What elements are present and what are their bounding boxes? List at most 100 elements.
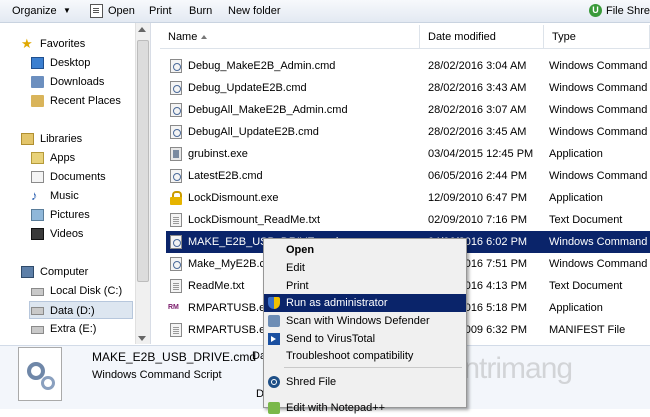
file-row[interactable]: LockDismount_ReadMe.txt 02/09/2010 7:16 P…: [166, 209, 650, 231]
file-type: Application: [549, 192, 603, 204]
file-row[interactable]: LockDismount.exe 12/09/2010 6:47 PM Applic…: [166, 187, 650, 209]
nav-apps[interactable]: Apps: [31, 149, 76, 167]
file-row[interactable]: Debug_UpdateE2B.cmd 28/02/2016 3:43 AM Win…: [166, 77, 650, 99]
file-type: Windows Command ...: [549, 236, 650, 248]
nav-desktop[interactable]: Desktop: [31, 54, 91, 72]
file-type: Windows Command ...: [549, 170, 650, 182]
file-date-modified: 12/09/2010 6:47 PM: [428, 192, 528, 204]
file-type: Windows Command ...: [549, 104, 650, 116]
menu-separator: [284, 367, 462, 368]
burn-button[interactable]: Burn: [189, 4, 212, 18]
nav-music[interactable]: ♪ Music: [31, 187, 79, 205]
menu-item-send-virustotal[interactable]: Send to VirusTotal: [264, 330, 466, 348]
nav-extra-label: Extra (E:): [50, 323, 97, 335]
menu-edit-label: Edit: [286, 262, 305, 274]
file-row[interactable]: grubinst.exe 03/04/2015 12:45 PM Applicati…: [166, 143, 650, 165]
menu-item-troubleshoot[interactable]: Troubleshoot compatibility: [264, 347, 466, 365]
open-button[interactable]: Open: [108, 4, 135, 18]
menu-notepad-label: Edit with Notepad++: [286, 402, 386, 414]
sort-ascending-icon: [201, 35, 207, 39]
nav-downloads[interactable]: Downloads: [31, 73, 104, 91]
file-date-modified: 02/09/2010 7:16 PM: [428, 214, 528, 226]
nav-data-label: Data (D:): [50, 305, 95, 317]
file-type: Windows Command ...: [549, 126, 650, 138]
menu-print-label: Print: [286, 280, 309, 292]
text-file-icon: [170, 279, 182, 293]
file-date-modified: 28/02/2016 3:04 AM: [428, 60, 527, 72]
nav-documents-label: Documents: [50, 171, 106, 183]
apps-icon: [31, 152, 44, 164]
nav-desktop-label: Desktop: [50, 57, 91, 69]
organize-button[interactable]: Organize: [12, 4, 57, 18]
menu-item-scan-defender[interactable]: Scan with Windows Defender: [264, 312, 466, 330]
nav-scroll-thumb[interactable]: [137, 40, 149, 282]
nav-videos[interactable]: Videos: [31, 225, 84, 243]
file-row[interactable]: LatestE2B.cmd 06/05/2016 2:44 PM Windows C…: [166, 165, 650, 187]
command-script-icon: [170, 59, 182, 73]
file-type: Windows Command ...: [549, 258, 650, 270]
context-menu: Open Edit Print Run as administrator Sca…: [263, 238, 467, 414]
file-name: LatestE2B.cmd: [188, 170, 263, 182]
file-type: Text Document: [549, 280, 623, 292]
file-date-modified: 28/02/2016 3:07 AM: [428, 104, 527, 116]
nav-libraries-label: Libraries: [40, 133, 83, 145]
nav-computer[interactable]: Computer: [21, 263, 89, 281]
file-shredder-button[interactable]: File Shred: [606, 4, 650, 18]
menu-item-print[interactable]: Print: [264, 277, 466, 295]
drive-icon: [31, 307, 44, 315]
file-row[interactable]: Debug_MakeE2B_Admin.cmd 28/02/2016 3:04 A…: [166, 55, 650, 77]
pictures-icon: [31, 209, 44, 221]
scroll-down-arrow-icon[interactable]: [138, 336, 146, 341]
menu-item-edit[interactable]: Edit: [264, 259, 466, 277]
text-file-icon: [170, 323, 182, 337]
file-name: Debug_UpdateE2B.cmd: [188, 82, 307, 94]
menu-item-edit-notepad[interactable]: Edit with Notepad++: [264, 399, 466, 417]
nav-videos-label: Videos: [50, 228, 84, 240]
menu-virustotal-label: Send to VirusTotal: [286, 333, 376, 345]
nav-recent-label: Recent Places: [50, 95, 121, 107]
command-script-icon: [170, 125, 182, 139]
nav-pictures[interactable]: Pictures: [31, 206, 90, 224]
file-row[interactable]: DebugAll_UpdateE2B.cmd 28/02/2016 3:45 AM…: [166, 121, 650, 143]
file-name: LockDismount.exe: [188, 192, 279, 204]
nav-extra-e[interactable]: Extra (E:): [31, 320, 97, 338]
file-row[interactable]: DebugAll_MakeE2B_Admin.cmd 28/02/2016 3:0…: [166, 99, 650, 121]
file-shredder-icon[interactable]: U: [589, 4, 602, 17]
menu-item-shred-file[interactable]: Shred File: [264, 373, 466, 391]
column-header-name[interactable]: Name: [160, 25, 420, 49]
menu-item-open[interactable]: Open: [264, 241, 466, 259]
column-header-date[interactable]: Date modified: [420, 25, 544, 49]
nav-data-d[interactable]: Data (D:): [29, 301, 133, 319]
nav-apps-label: Apps: [50, 152, 76, 164]
file-type: MANIFEST File: [549, 324, 626, 336]
nav-libraries[interactable]: Libraries: [21, 130, 83, 148]
nav-documents[interactable]: Documents: [31, 168, 106, 186]
menu-shred-label: Shred File: [286, 376, 337, 388]
organize-chevron-icon[interactable]: ▼: [63, 4, 71, 18]
music-icon: ♪: [31, 188, 38, 203]
open-icon[interactable]: [90, 4, 103, 18]
drive-icon: [31, 326, 44, 334]
details-file-type: Windows Command Script: [92, 369, 222, 381]
application-icon: [170, 147, 182, 161]
file-date-modified: 28/02/2016 3:43 AM: [428, 82, 527, 94]
nav-favorites-label: Favorites: [40, 38, 86, 50]
file-type: Windows Command ...: [549, 82, 650, 94]
nav-local-disk-c[interactable]: Local Disk (C:): [31, 282, 122, 300]
file-date-modified: 06/05/2016 2:44 PM: [428, 170, 528, 182]
nav-computer-label: Computer: [40, 266, 89, 278]
column-header-type[interactable]: Type: [544, 25, 650, 49]
menu-item-run-as-administrator[interactable]: Run as administrator: [264, 294, 466, 312]
command-script-icon: [170, 103, 182, 117]
rmpartusb-icon: RM: [168, 304, 179, 311]
scroll-up-arrow-icon[interactable]: [138, 27, 146, 32]
menu-open-label: Open: [286, 244, 315, 256]
nav-favorites[interactable]: ★ Favorites: [21, 35, 86, 53]
new-folder-button[interactable]: New folder: [228, 4, 281, 18]
file-name: DebugAll_UpdateE2B.cmd: [188, 126, 319, 138]
text-file-icon: [170, 213, 182, 227]
menu-defender-label: Scan with Windows Defender: [286, 315, 430, 327]
menu-troubleshoot-label: Troubleshoot compatibility: [286, 350, 414, 362]
print-button[interactable]: Print: [149, 4, 172, 18]
nav-recent-places[interactable]: Recent Places: [31, 92, 121, 110]
